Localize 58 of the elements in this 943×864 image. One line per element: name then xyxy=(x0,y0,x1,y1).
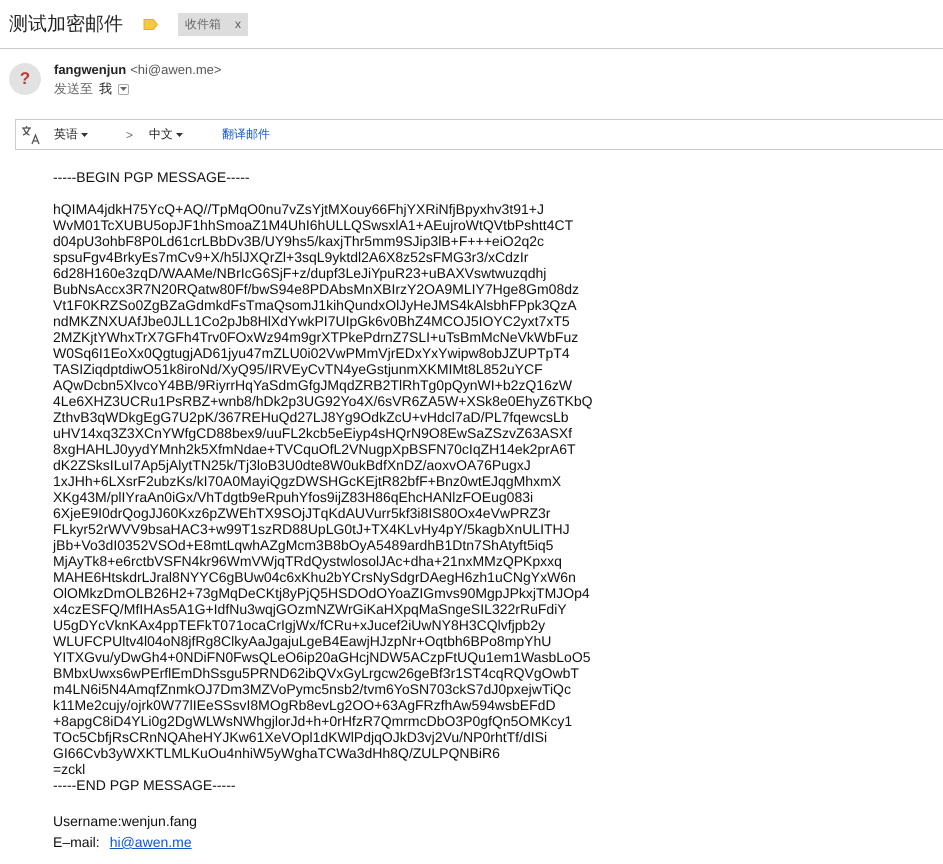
caret-icon xyxy=(176,132,184,136)
source-language-dropdown[interactable]: 英语 xyxy=(54,126,88,143)
pgp-text-line: 8xgHAHLJ0yydYMnh2k5XfmNdae+TVCquOfL2VNugpXpBSFN70cIqZH14ek2prA6T xyxy=(53,441,577,457)
pgp-begin-line: -----BEGIN PGP MESSAGE----- xyxy=(53,169,251,185)
pgp-text-line: hQIMA4jdkH75YcQ+AQ//TpMqO0nu7vZsYjtMXouy66FhjYXRiNfjBpyxhv3t91+J xyxy=(53,201,545,217)
pgp-text-line: WLUFCPUltv4l04oN8jfRg8ClkyAaJgajuLgeB4EawjHJzpNr+Oqtbh6BPo8mpYhU xyxy=(53,633,552,649)
pgp-text-line: AQwDcbn5XlvcoY4BB/9RiyrrHqYaSdmGfgJMqdZRB2TlRhTg0pQynWI+b2zQ16zW xyxy=(53,377,574,393)
pgp-text-line: BubNsAccx3R7N20RQatw80Ff/bwS94e8PDAbsMnXBIrzY2OA9MLIY7Hge8Gm08dz xyxy=(53,281,580,297)
pgp-end-line: -----END PGP MESSAGE----- xyxy=(53,777,237,793)
pgp-text-line: U5gDYcVknKAx4ppTEFkT071ocaCrIgjWx/fCRu+xJucef2iUwNY8H3CQlvfjpb2y xyxy=(53,617,546,633)
arrow-text: > xyxy=(126,128,134,142)
pgp-text-line: XKg43M/plIYraAn0iGx/VhTdgtb9eRpuhYfos9ijZ83H86qEhcHANlzFOEug083i xyxy=(53,489,534,505)
sender-email: <hi@awen.me> xyxy=(130,62,222,77)
sender-avatar: ? xyxy=(9,63,41,95)
pgp-text-line: ndMKZNXUAfJbe0JLL1Co2pJb8HlXdYwkPI7UIpGk6v0BhZ4MCOJ5IOYC2yxt7xT5 xyxy=(53,313,571,329)
pgp-text-line: 6d28H160e3zqD/WAAMe/NBrIcG6SjF+z/dupf3LeJiYpuR23+uBAXVswtwuzqdhj xyxy=(53,265,548,281)
details-dropdown[interactable] xyxy=(118,84,129,94)
pgp-text-line: =zckl xyxy=(53,761,86,777)
pgp-text-line: W0Sq6I1EoXx0QgtugjAD61jyu47mZLU0i02VwPMmVjrEDxYxYwipw8obJZUPTpT4 xyxy=(53,345,571,361)
pgp-text-line: k11Me2cujy/ojrk0W77lIEeSSsvI8MOgRb8evLg2OO+63AgFRzfhAw594wsbEFdD xyxy=(53,697,557,713)
pgp-text-line: TOc5CbfjRsCRnNQAheHYJKw61XeVOpl1dKWlPdjqOJkD3vj2Vu/NP0rhtTf/dISi xyxy=(53,729,548,745)
pgp-text-line: WvM01TcXUBU5opJF1hhSmoaZ1M4UhI6hULLQSwsxlA1+AEujroWtQVtbPshtt4CT xyxy=(53,217,574,233)
pgp-text-line: x4czESFQ/MfIHAs5A1G+IdfNu3wqjGOzmNZWrGiKaHXpqMaSngeSIL322rRuFdiY xyxy=(53,601,568,617)
pgp-text-line: m4LN6i5N4AmqfZnmkOJ7Dm3MZVoPymc5nsb2/tvm6YoSN703ckS7dJ0pxejwTiQc xyxy=(53,681,572,697)
pgp-text-line: YITXGvu/yDwGh4+0NDiFN0FwsQLeO6ip20aGHcjNDW5ACzpFtUQu1em1WasbLoO5 xyxy=(53,649,592,665)
pgp-text-line: 4Le6XHZ3UCRu1PsRBZ+wnb8/hDk2p3UG92Yo4X/6sVR6ZA5W+XSk8e0EhyZ6TKbQ xyxy=(53,393,594,409)
pgp-text-line: spsuFgv4BrkyEs7mCv9+X/h5lJXQrZl+3sqL9yktdl2A6X8z52sFMG3r3/xCdzIr xyxy=(53,249,530,265)
label-text: 收件箱 xyxy=(185,16,221,32)
remove-label-button[interactable]: x xyxy=(235,17,241,31)
translate-link[interactable]: 翻译邮件 xyxy=(222,126,270,143)
recipient-name: 我 xyxy=(99,80,112,98)
pgp-text-line: 2MZKjtYWhxTrX7GFh4Trv0FOxWz94m9grXTPkePdrnZ7SLI+uTsBmMcNeVkWbFuz xyxy=(53,329,580,345)
pgp-text-line: jBb+Vo3dI0352VSOd+E8mtLqwhAZgMcm3B8bOyA5489ardhB1Dtn7ShAtyft5iq5 xyxy=(53,537,554,553)
pgp-text-line: 1xJHh+6LXsrF2ubzKs/kI70A0MayiQgzDWSHGcKEjtR82bfF+Bnz0wtEJqgMhxmX xyxy=(53,473,562,489)
pgp-text-line: Vt1F0KRZSo0ZgBZaGdmkdFsTmaQsomJ1kihQundxOlJyHeJMS4kAlsbhFPpk3QzA xyxy=(53,297,578,313)
sender-name: fangwenjun xyxy=(54,62,126,77)
pgp-text-line: ZthvB3qWDkgEgG7U2pK/367REHuQd27LJ8Yg9OdkZcU+vHdcl7aD/PL7fqewcsLb xyxy=(53,409,570,425)
pgp-text-line: +8apgC8iD4YLi0g2DgWLWsNWhgjlorJd+h+0rHfzR7QmrmcDbO3P0gfQn5OMKcy1 xyxy=(53,713,574,729)
pgp-text-line: FLkyr52rWVV9bsaHAC3+w99T1szRD88UpLG0tJ+TX4KLvHy4pY/5kagbXnULITHJ xyxy=(53,521,571,537)
caret-icon xyxy=(120,87,127,91)
pgp-text-line: d04pU3ohbF8P0Ld61crLBbDv3B/UY9hs5/kaxjThr5mm9SJip3lB+F+++eiO2q2c xyxy=(53,233,546,249)
pgp-text-line: OlOMkzDmOLB26H2+73gMqDeCKtj8yPjQ5HSDOdOYoaZIGmvs90MgpJPkxjTMJOp4 xyxy=(53,585,591,601)
pgp-text-line: TASIZiqdptdiwO51k8iroNd/XyQ95/IRVEyCvTN4yeGstjunmXKMIMt8L852uYCF xyxy=(53,361,544,377)
pgp-text-line: GI66Cvb3yWXKTLMLKuOu4nhiW5yWghaTCWa3dHh8Q/ZULPQNBiR6 xyxy=(53,745,501,761)
pgp-text-line: 6XjeE9I0drQogJJ60Kxz6pZWEhTX9SOjJTqKdAUVurr5kf3i8IS80Ox4eVwPRZ3r xyxy=(53,505,552,521)
caret-icon xyxy=(81,132,88,136)
target-language-dropdown[interactable]: 中文 xyxy=(149,126,184,143)
username-text: Username:wenjun.fang xyxy=(53,813,198,829)
email-subject: 测试加密邮件 xyxy=(9,13,123,37)
pgp-text-line: MjAyTk8+e6rctbVSFN4kr96WmVWjqTRdQystwlosolJAc+dha+21nxMMzQPKpxxq xyxy=(53,553,563,569)
email-label: E–mail: xyxy=(53,834,100,850)
recipient-label: 发送至 xyxy=(54,80,93,98)
pgp-text-line: uHV14xq3Z3XCnYWfgCD88bex9/uuFL2kcb5eEiyp4sHQrN9O8EwSaZSzvZ63ASXf xyxy=(53,425,574,441)
email-link[interactable]: hi@awen.me xyxy=(110,834,192,850)
pgp-text-line: MAHE6HtskdrLJral8NYYC6gBUw04c6xKhu2bYCrsNySdgrDAegH6zh1uCNgYxW6n xyxy=(53,569,577,585)
pgp-text-line: dK2ZSksILuI7Ap5jAlytTN25k/Tj3loB3U0dte8W0ukBdfXnDZ/aoxvOA76PugxJ xyxy=(53,457,532,473)
translate-icon xyxy=(20,124,42,146)
pgp-text-line: BMbxUwxs6wPErflEmDhSsgu5PRND62ibQVxGyLrgcw26geBf3r1ST4cqRQVgOwbT xyxy=(53,665,580,681)
